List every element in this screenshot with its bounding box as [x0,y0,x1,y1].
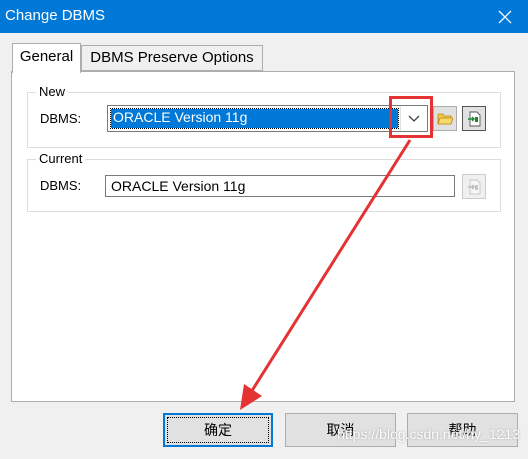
change-dbms-dialog: Change DBMS DBMS Preserve Options Genera… [0,0,528,459]
tab-general[interactable]: General [12,43,81,73]
watermark: https://blog.csdn.net/hy_1213 [337,426,520,442]
